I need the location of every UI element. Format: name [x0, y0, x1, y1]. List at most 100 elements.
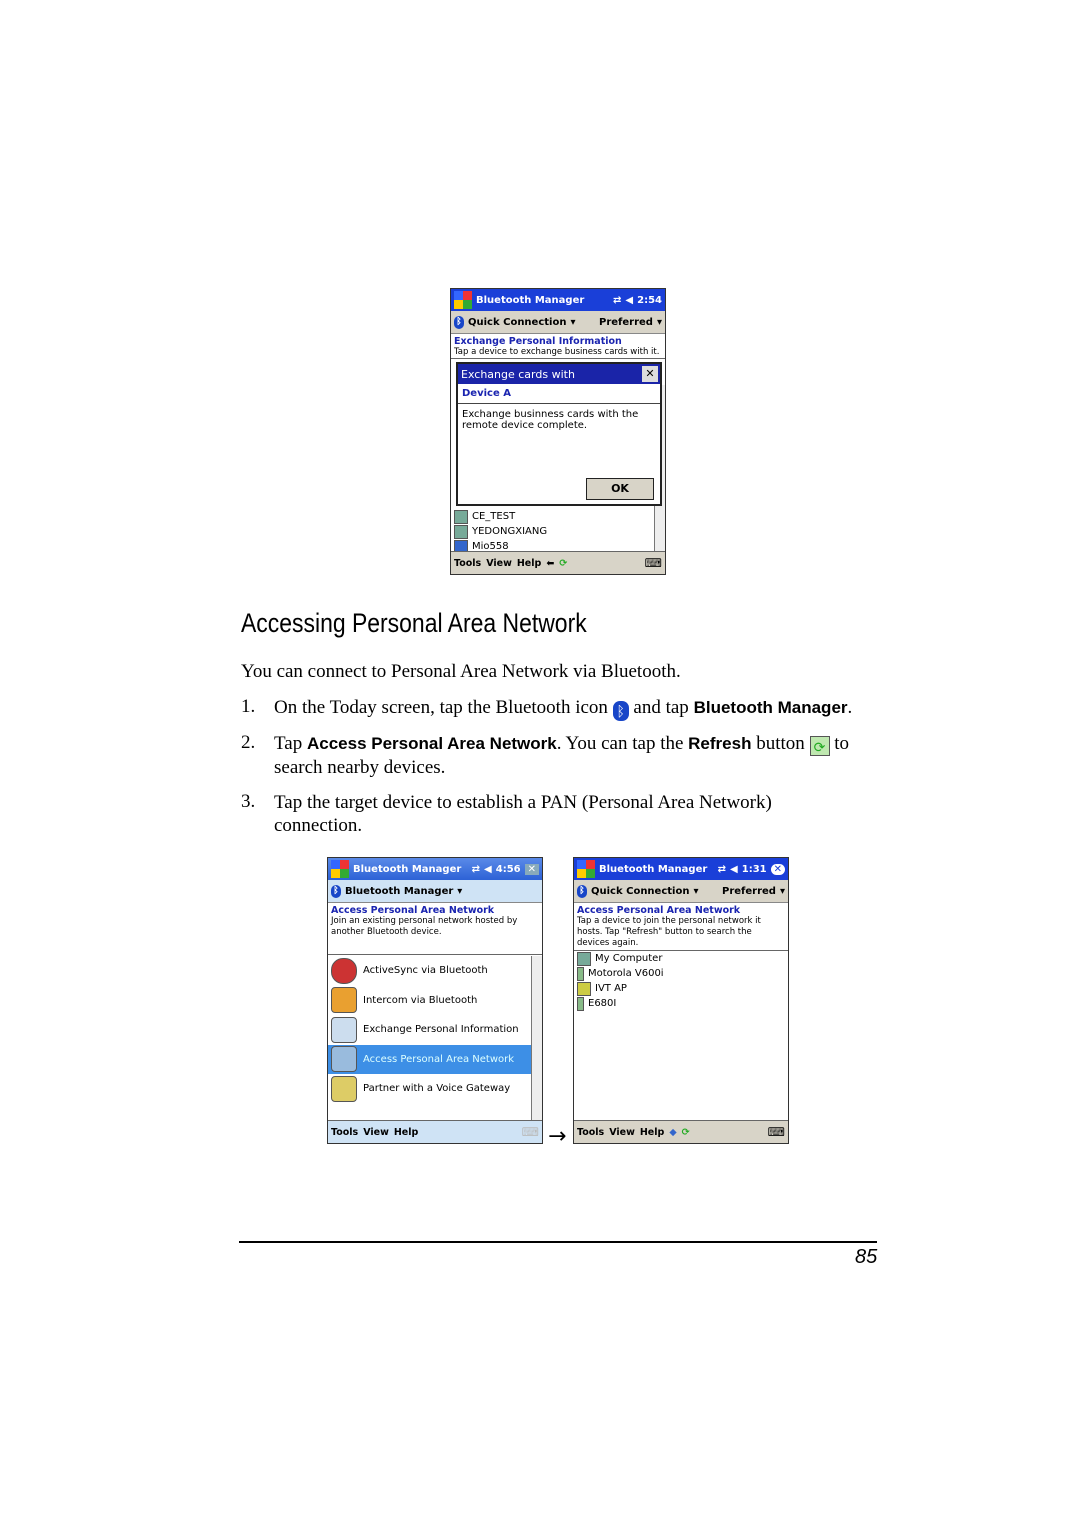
list-item[interactable]: CE_TEST — [451, 509, 653, 524]
computer-icon — [577, 951, 591, 966]
clock: 2:54 — [637, 294, 662, 306]
menu-help[interactable]: Help — [517, 558, 541, 569]
command-bar: ᛒ Quick Connection ▾ Preferred ▾ — [451, 311, 665, 334]
speaker-icon: ◀ — [625, 294, 634, 306]
list-item[interactable]: Partner with a Voice Gateway — [328, 1074, 531, 1104]
section-heading: Access Personal Area Network — [577, 905, 741, 916]
back-arrow-icon[interactable]: ⬅ — [546, 558, 554, 569]
step-number: 3. — [241, 791, 256, 812]
refresh-icon: ⟳ — [809, 736, 830, 756]
section-description: Join an existing personal network hosted… — [328, 916, 542, 955]
bluetooth-manager-dropdown[interactable]: Bluetooth Manager — [345, 886, 453, 897]
close-button[interactable]: ✕ — [642, 366, 658, 382]
quick-connection-dropdown[interactable]: Quick Connection — [468, 317, 566, 328]
preferred-dropdown[interactable]: Preferred — [722, 886, 776, 897]
app-title: Bluetooth Manager — [599, 863, 708, 875]
section-heading: Exchange Personal Information — [454, 336, 622, 347]
keyboard-icon[interactable]: ⌨ — [768, 1125, 785, 1139]
menu-tools[interactable]: Tools — [454, 558, 481, 569]
step-2: Tap Access Personal Area Network. You ca… — [274, 733, 850, 778]
app-title: Bluetooth Manager — [353, 863, 462, 875]
bluetooth-icon: ᛒ — [577, 884, 587, 898]
device-list: CE_TEST YEDONGXIANG Mio558 — [451, 509, 653, 554]
menu-view[interactable]: View — [363, 1127, 389, 1138]
voice-gateway-icon — [331, 1075, 357, 1102]
list-item[interactable]: E680I — [574, 996, 788, 1011]
exchange-dialog: Exchange cards with ✕ Device A Exchange b… — [456, 362, 662, 506]
windows-start-icon[interactable] — [454, 291, 472, 309]
dialog-title: Exchange cards with — [461, 367, 575, 381]
section-description: Tap a device to join the personal networ… — [574, 916, 788, 951]
menu-view[interactable]: View — [486, 558, 512, 569]
menu-view[interactable]: View — [609, 1127, 635, 1138]
list-item[interactable]: Motorola V600i — [574, 966, 788, 981]
activesync-icon — [331, 957, 357, 984]
pan-connect-icon[interactable]: ◆ — [669, 1127, 676, 1138]
bluetooth-icon: ᛒ — [612, 701, 629, 721]
phone-icon — [577, 966, 584, 981]
clock: 4:56 — [495, 863, 521, 875]
footer-rule — [239, 1241, 877, 1243]
clock: 1:31 — [741, 863, 767, 875]
command-bar: ᛒ Bluetooth Manager ▾ — [328, 880, 542, 903]
windows-start-icon[interactable] — [331, 860, 349, 878]
manual-page: Bluetooth Manager ⇄ ◀ 2:54 ᛒ Quick Connectio… — [0, 0, 1080, 1527]
exchange-info-icon — [331, 1016, 357, 1043]
step-number: 1. — [241, 696, 256, 717]
title-bar: Bluetooth Manager ⇄ ◀ 4:56 ✕ — [328, 858, 542, 880]
list-item[interactable]: Intercom via Bluetooth — [328, 986, 531, 1016]
ok-button[interactable]: OK — [586, 478, 654, 500]
scrollbar[interactable] — [531, 956, 542, 1120]
refresh-icon[interactable]: ⟳ — [682, 1127, 690, 1138]
keyboard-icon[interactable]: ⌨ — [522, 1125, 539, 1139]
list-item-selected[interactable]: Access Personal Area Network — [328, 1044, 531, 1074]
speaker-icon: ◀ — [484, 863, 492, 875]
pan-icon — [331, 1046, 357, 1073]
intro-paragraph: You can connect to Personal Area Network… — [241, 661, 681, 682]
access-point-icon — [577, 981, 591, 996]
screenshot-bluetooth-manager: Bluetooth Manager ⇄ ◀ 4:56 ✕ ᛒ Bluetooth Mana… — [327, 857, 543, 1144]
intercom-icon — [331, 987, 357, 1014]
computer-icon — [454, 509, 468, 524]
refresh-icon[interactable]: ⟳ — [559, 558, 567, 569]
preferred-dropdown[interactable]: Preferred — [599, 317, 653, 328]
close-icon[interactable]: ✕ — [524, 863, 539, 875]
menu-tools[interactable]: Tools — [577, 1127, 604, 1138]
arrow-icon: → — [548, 1124, 567, 1149]
menu-bar: Tools View Help ◆ ⟳ ⌨ — [574, 1120, 788, 1143]
list-item[interactable]: IVT AP — [574, 981, 788, 996]
section-description: Tap a device to exchange business cards … — [451, 347, 665, 359]
step-number: 2. — [241, 732, 256, 753]
screenshot-exchange-cards: Bluetooth Manager ⇄ ◀ 2:54 ᛒ Quick Connectio… — [450, 288, 666, 575]
close-icon[interactable]: ✕ — [770, 863, 785, 875]
menu-help[interactable]: Help — [640, 1127, 664, 1138]
step-1: On the Today screen, tap the Bluetooth i… — [274, 697, 853, 721]
menu-tools[interactable]: Tools — [331, 1127, 358, 1138]
device-name: Device A — [458, 384, 660, 404]
service-list: ActiveSync via Bluetooth Intercom via Bl… — [328, 956, 531, 1104]
dialog-message: Exchange businness cards with the remote… — [462, 409, 639, 431]
page-number: 85 — [855, 1246, 878, 1268]
windows-start-icon[interactable] — [577, 860, 595, 878]
section-title: Accessing Personal Area Network — [241, 608, 587, 638]
bluetooth-icon: ᛒ — [331, 884, 341, 898]
device-list: My Computer Motorola V600i IVT AP E680I — [574, 951, 788, 1011]
phone-icon — [577, 996, 584, 1011]
list-item[interactable]: ActiveSync via Bluetooth — [328, 956, 531, 986]
title-bar: Bluetooth Manager ⇄ ◀ 2:54 — [451, 289, 665, 311]
list-item[interactable]: My Computer — [574, 951, 788, 966]
computer-icon — [454, 524, 468, 539]
keyboard-icon[interactable]: ⌨ — [645, 556, 662, 570]
device-name: CE_TEST — [472, 511, 516, 522]
quick-connection-dropdown[interactable]: Quick Connection — [591, 886, 689, 897]
step-3: Tap the target device to establish a PAN… — [274, 792, 772, 836]
section-heading: Access Personal Area Network — [331, 905, 495, 916]
menu-help[interactable]: Help — [394, 1127, 418, 1138]
bluetooth-icon: ᛒ — [454, 315, 464, 329]
connectivity-icon: ⇄ — [717, 863, 727, 875]
connectivity-icon: ⇄ — [471, 863, 481, 875]
list-item[interactable]: YEDONGXIANG — [451, 524, 653, 539]
speaker-icon: ◀ — [730, 863, 738, 875]
list-item[interactable]: Exchange Personal Information — [328, 1015, 531, 1045]
command-bar: ᛒ Quick Connection ▾ Preferred ▾ — [574, 880, 788, 903]
